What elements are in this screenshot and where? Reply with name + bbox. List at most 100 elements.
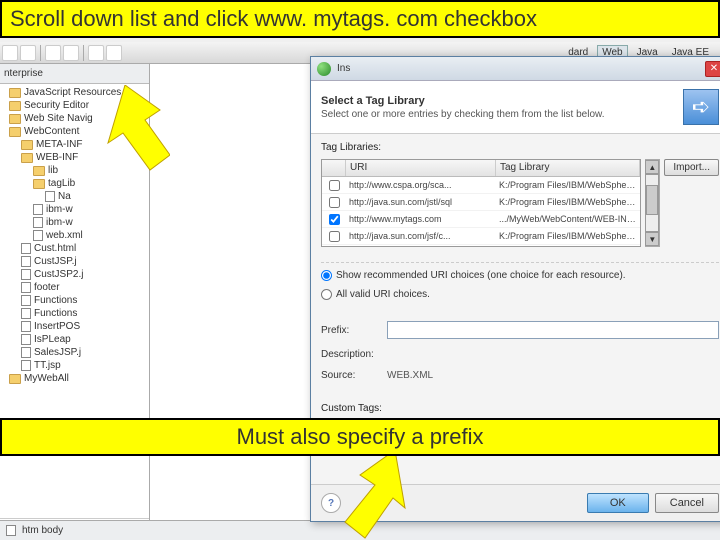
folder-icon [21, 140, 33, 150]
row-checkbox[interactable] [329, 180, 340, 191]
folder-open-icon [21, 153, 33, 163]
close-icon[interactable]: ✕ [705, 61, 720, 77]
file-icon [45, 191, 55, 202]
tree-item-label: tagLib [48, 178, 75, 189]
radio-all[interactable]: All valid URI choices. [321, 289, 719, 300]
folder-icon [9, 101, 21, 111]
row-checkbox[interactable] [329, 197, 340, 208]
tree-item-label: Functions [34, 308, 77, 319]
folder-open-icon [9, 127, 21, 137]
cancel-button[interactable]: Cancel [655, 493, 719, 513]
tree-item-label: Web Site Navig [24, 113, 93, 124]
uri-cell: http://java.sun.com/jstl/sql [346, 197, 496, 207]
tree-item-label: lib [48, 165, 58, 176]
tree-item[interactable]: SalesJSP.j [0, 346, 149, 359]
dialog-title: Select a Tag Library [321, 95, 604, 107]
table-scrollbar[interactable]: ▲ ▼ [645, 159, 660, 247]
instruction-banner-top: Scroll down list and click www. mytags. … [0, 0, 720, 38]
prefix-input[interactable] [387, 321, 719, 339]
wizard-icon: ➪ [683, 89, 719, 125]
lib-cell: .../MyWeb/WebContent/WEB-INF/tagLib/N... [496, 214, 640, 224]
tree-item-label: InsertPOS [34, 321, 80, 332]
file-icon [21, 334, 31, 345]
col-lib[interactable]: Tag Library [496, 160, 640, 176]
tree-item-label: WebContent [24, 126, 79, 137]
tree-item-label: web.xml [46, 230, 83, 241]
tool-icon[interactable] [106, 45, 122, 61]
tree-item-label: ibm-w [46, 204, 73, 215]
file-icon [21, 308, 31, 319]
status-icon [6, 525, 16, 536]
tool-icon[interactable] [88, 45, 104, 61]
run-icon[interactable] [63, 45, 79, 61]
file-icon [21, 321, 31, 332]
tree-item-label: META-INF [36, 139, 82, 150]
lib-cell: K:/Program Files/IBM/WebSphere/AppServ..… [496, 231, 640, 241]
lib-cell: K:/Program Files/IBM/WebSphere/AppServ..… [496, 197, 640, 207]
tree-item[interactable]: Functions [0, 294, 149, 307]
tree-item[interactable]: tagLib [0, 177, 149, 190]
import-button[interactable]: Import... [664, 159, 719, 176]
tree-item[interactable]: InsertPOS [0, 320, 149, 333]
file-icon [33, 230, 43, 241]
row-checkbox[interactable] [329, 214, 340, 225]
tree-item[interactable]: Na [0, 190, 149, 203]
tree-item-label: SalesJSP.j [34, 347, 81, 358]
col-uri[interactable]: URI [346, 160, 496, 176]
table-row[interactable]: http://www.mytags.com.../MyWeb/WebConten… [322, 211, 640, 228]
annotation-arrow [90, 85, 170, 175]
tree-item[interactable]: MyWebAll [0, 372, 149, 385]
file-icon [21, 269, 31, 280]
folder-icon [9, 374, 21, 384]
tag-libs-label: Tag Libraries: [321, 142, 719, 153]
debug-icon[interactable] [45, 45, 61, 61]
source-label: Source: [321, 370, 381, 381]
tree-item[interactable]: CustJSP.j [0, 255, 149, 268]
tree-item[interactable]: Functions [0, 307, 149, 320]
tree-item-label: Cust.html [34, 243, 76, 254]
uri-cell: http://www.cspa.org/sca... [346, 180, 496, 190]
tree-item[interactable]: ibm-w [0, 216, 149, 229]
instruction-banner-mid: Must also specify a prefix [0, 418, 720, 456]
custom-tags-label: Custom Tags: [321, 403, 719, 414]
table-row[interactable]: http://www.cspa.org/sca...K:/Program Fil… [322, 177, 640, 194]
table-row[interactable]: http://java.sun.com/jsf/c...K:/Program F… [322, 228, 640, 245]
breadcrumb: htm body [22, 525, 63, 536]
lib-cell: K:/Program Files/IBM/WebSphere/AppServ..… [496, 180, 640, 190]
ok-button[interactable]: OK [587, 493, 649, 513]
tree-item-label: ibm-w [46, 217, 73, 228]
radio-all-label: All valid URI choices. [336, 289, 430, 300]
dialog-titlebar: Ins ✕ [311, 57, 720, 81]
file-icon [33, 204, 43, 215]
tree-item-label: CustJSP2.j [34, 269, 83, 280]
tree-item-label: CustJSP.j [34, 256, 77, 267]
save-icon[interactable] [20, 45, 36, 61]
tree-item-label: Security Editor [24, 100, 89, 111]
tree-item[interactable]: footer [0, 281, 149, 294]
tree-item[interactable]: ibm-w [0, 203, 149, 216]
tree-item[interactable]: IsPLeap [0, 333, 149, 346]
scroll-thumb[interactable] [646, 185, 658, 215]
tree-item[interactable]: Cust.html [0, 242, 149, 255]
file-icon [21, 256, 31, 267]
tree-item[interactable]: web.xml [0, 229, 149, 242]
tree-item[interactable]: TT.jsp [0, 359, 149, 372]
folder-icon [33, 166, 45, 176]
annotation-arrow [335, 450, 415, 540]
tree-item-label: Na [58, 191, 71, 202]
tag-library-table[interactable]: URI Tag Library http://www.cspa.org/sca.… [321, 159, 641, 247]
file-icon [21, 243, 31, 254]
folder-icon [9, 114, 21, 124]
radio-recommended[interactable]: Show recommended URI choices (one choice… [321, 270, 719, 281]
scroll-down-icon[interactable]: ▼ [645, 232, 659, 246]
scroll-up-icon[interactable]: ▲ [645, 160, 659, 174]
tree-item-label: MyWebAll [24, 373, 69, 384]
dialog-icon [317, 62, 331, 76]
row-checkbox[interactable] [329, 231, 340, 242]
tree-item[interactable]: CustJSP2.j [0, 268, 149, 281]
explorer-tab[interactable]: nterprise [0, 64, 149, 84]
prefix-label: Prefix: [321, 325, 381, 336]
new-icon[interactable] [2, 45, 18, 61]
dialog-subtitle: Select one or more entries by checking t… [321, 109, 604, 120]
table-row[interactable]: http://java.sun.com/jstl/sqlK:/Program F… [322, 194, 640, 211]
